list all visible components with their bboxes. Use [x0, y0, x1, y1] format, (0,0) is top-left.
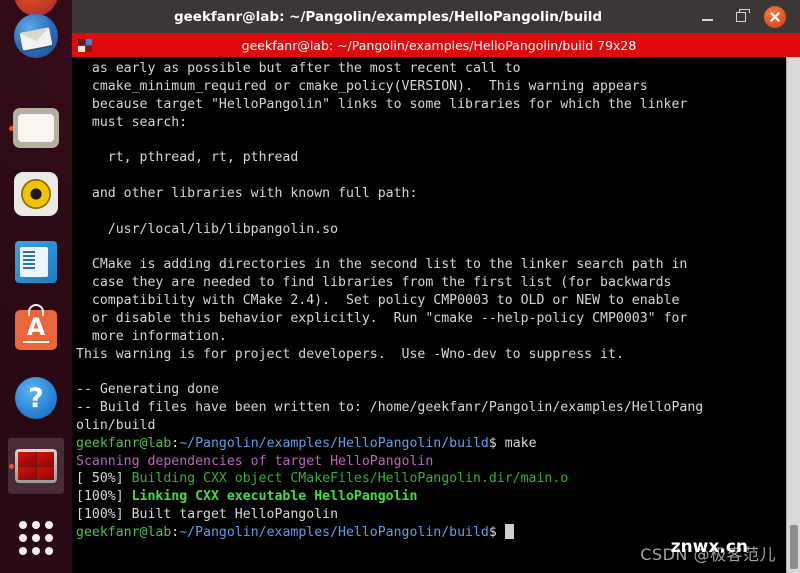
terminal-segment: -- Generating done	[76, 382, 219, 398]
desktop-screenshot: A ? geekfanr@lab: ~/Pangolin/examples/He…	[0, 0, 800, 573]
terminal-segment: $ make	[488, 435, 537, 451]
window-titlebar[interactable]: geekfanr@lab: ~/Pangolin/examples/HelloP…	[72, 0, 800, 33]
terminal-segment: rt, pthread, rt, pthread	[76, 150, 299, 166]
terminal-segment: Linking CXX executable HelloPangolin	[131, 489, 418, 505]
launcher-item-help[interactable]: ?	[8, 370, 64, 426]
terminal-line: and other libraries with known full path…	[76, 185, 782, 203]
terminal-segment: Building CXX object CMakeFiles/HelloPang…	[131, 471, 569, 487]
terminal-line: CMake is adding directories in the secon…	[76, 256, 782, 274]
terminal-line: -- Build files have been written to: /ho…	[76, 399, 782, 417]
launcher-item-files[interactable]	[8, 100, 64, 156]
terminal-segment: [100%]	[76, 489, 132, 505]
terminal-line: olin/build	[76, 417, 782, 435]
terminal-tab-bar[interactable]: geekfanr@lab: ~/Pangolin/examples/HelloP…	[72, 33, 800, 57]
terminal-segment: geekfanr@lab	[76, 435, 172, 451]
terminal-line: [ 50%] Building CXX object CMakeFiles/He…	[76, 470, 782, 488]
maximize-icon	[736, 9, 750, 22]
terminal-line: geekfanr@lab:~/Pangolin/examples/HelloPa…	[76, 435, 782, 453]
terminal-line: because target "HelloPangolin" links to …	[76, 96, 782, 114]
terminal-line: case they are needed to find libraries f…	[76, 274, 782, 292]
terminal-segment: This warning is for project developers. …	[76, 346, 624, 362]
terminal-segment: as early as possible but after the most …	[76, 61, 521, 76]
terminal-line: -- Generating done	[76, 381, 782, 399]
terminal-line: more information.	[76, 328, 782, 346]
terminal-line: /usr/local/lib/libpangolin.so	[76, 221, 782, 239]
terminal-segment: because target "HelloPangolin" links to …	[76, 96, 688, 112]
launcher-item-terminal[interactable]	[8, 438, 64, 494]
terminal-segment: CMake is adding directories in the secon…	[76, 257, 688, 273]
launcher-item-thunderbird[interactable]	[8, 8, 64, 64]
terminal-line: or disable this behavior explicitly. Run…	[76, 310, 782, 328]
terminal-segment: olin/build	[76, 417, 156, 433]
libreoffice-writer-icon	[15, 241, 57, 283]
unity-launcher: A ?	[0, 0, 72, 573]
running-indicator-pip	[9, 464, 14, 469]
scrollbar-thumb[interactable]	[790, 525, 798, 569]
close-button[interactable]	[758, 0, 792, 33]
terminal-segment: case they are needed to find libraries f…	[76, 275, 672, 291]
launcher-item-rhythmbox[interactable]	[8, 166, 64, 222]
terminal-line: [100%] Built target HelloPangolin	[76, 506, 782, 524]
terminal-window: geekfanr@lab: ~/Pangolin/examples/HelloP…	[72, 0, 800, 573]
launcher-item-ubuntu-software[interactable]: A	[8, 302, 64, 358]
terminal-line: as early as possible but after the most …	[76, 60, 782, 78]
terminal-segment: $	[488, 524, 505, 540]
launcher-item-libreoffice-writer[interactable]	[8, 234, 64, 290]
maximize-button[interactable]	[724, 0, 758, 33]
rhythmbox-icon	[14, 172, 58, 216]
terminal-segment: ~/Pangolin/examples/HelloPangolin/build	[179, 524, 489, 540]
terminal-output-area[interactable]: as early as possible but after the most …	[72, 57, 800, 573]
terminal-tab-icon	[78, 38, 92, 52]
ubuntu-software-glyph: A	[26, 313, 46, 341]
terminal-line: rt, pthread, rt, pthread	[76, 149, 782, 167]
terminal-segment: must search:	[76, 114, 188, 130]
thunderbird-icon	[14, 14, 58, 58]
terminal-text: as early as possible but after the most …	[76, 60, 782, 542]
terminal-segment: /usr/local/lib/libpangolin.so	[76, 221, 339, 237]
terminal-tab-label: geekfanr@lab: ~/Pangolin/examples/HelloP…	[241, 37, 637, 53]
terminal-icon	[15, 449, 57, 483]
window-title: geekfanr@lab: ~/Pangolin/examples/HelloP…	[173, 8, 603, 25]
terminal-segment: more information.	[76, 328, 227, 344]
terminal-segment: geekfanr@lab	[76, 524, 172, 540]
terminal-line: must search:	[76, 114, 782, 132]
terminal-segment: ~/Pangolin/examples/HelloPangolin/build	[179, 435, 489, 451]
terminal-segment: cmake_minimum_required or cmake_policy(V…	[76, 78, 648, 94]
terminal-line: [100%] Linking CXX executable HelloPango…	[76, 488, 782, 506]
ubuntu-software-icon: A	[15, 304, 57, 350]
terminal-segment: and other libraries with known full path…	[76, 185, 418, 201]
terminal-segment: -- Build files have been written to: /ho…	[76, 400, 704, 416]
help-question-icon: ?	[15, 377, 57, 419]
close-icon	[764, 5, 786, 28]
launcher-item-show-applications[interactable]	[8, 510, 64, 566]
terminal-segment: Scanning dependencies of target HelloPan…	[76, 453, 434, 469]
terminal-cursor	[504, 523, 514, 539]
terminal-segment: [ 50%]	[76, 471, 132, 487]
terminal-line: This warning is for project developers. …	[76, 346, 782, 364]
minimize-button[interactable]	[690, 0, 724, 33]
terminal-line: compatibility with CMake 2.4). Set polic…	[76, 292, 782, 310]
terminal-scrollbar[interactable]	[786, 57, 800, 573]
minimize-icon	[701, 19, 713, 21]
terminal-segment: compatibility with CMake 2.4). Set polic…	[76, 292, 680, 308]
terminal-line: cmake_minimum_required or cmake_policy(V…	[76, 78, 782, 96]
app-grid-icon	[19, 521, 53, 555]
terminal-line: Scanning dependencies of target HelloPan…	[76, 453, 782, 471]
terminal-segment: or disable this behavior explicitly. Run…	[76, 310, 688, 326]
terminal-segment: [100%] Built target HelloPangolin	[76, 507, 339, 523]
watermark-overlay-text: znwx.cn	[670, 537, 748, 557]
files-folder-icon	[13, 108, 59, 148]
